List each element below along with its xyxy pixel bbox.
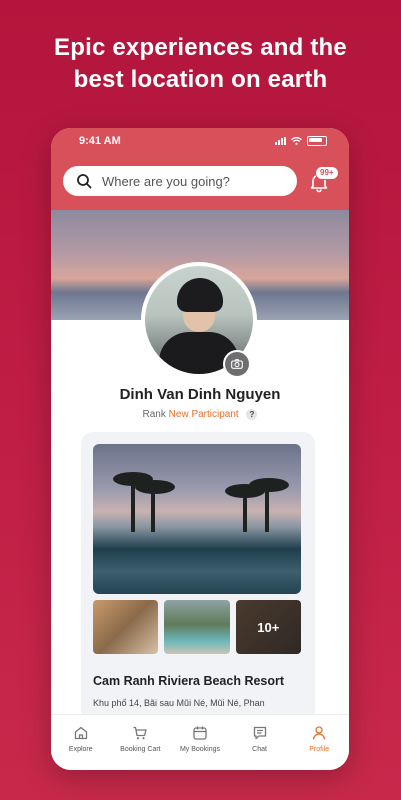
app-header: 9:41 AM 99+ [51,128,349,210]
listing-main-photo[interactable] [93,444,301,594]
tab-label: Profile [309,746,330,753]
search-icon [77,174,92,189]
tab-label: Booking Cart [120,746,161,753]
rank-help-icon[interactable]: ? [246,409,258,420]
profile-name: Dinh Van Dinh Nguyen [119,386,281,403]
listing-address: Khu phố 14, Bãi sau Mũi Né, Mũi Né, Phan [93,698,265,708]
rank-value: New Participant [168,409,239,420]
notification-badge: 99+ [315,166,339,180]
tab-chat[interactable]: Chat [230,715,290,770]
camera-icon [231,359,243,369]
tab-booking-cart[interactable]: Booking Cart [111,715,171,770]
phone-screen: 9:41 AM 99+ Dinh Van Dinh Nguyen Rank Ne… [51,128,349,770]
search-bar[interactable] [63,166,297,196]
listing-title[interactable]: Cam Ranh Riviera Beach Resort [93,674,307,688]
calendar-icon [193,726,207,740]
bottom-tab-bar: Explore Booking Cart My Bookings Chat Pr… [51,714,349,770]
tab-label: Chat [252,746,267,753]
rank-label: Rank [142,409,166,420]
listing-card[interactable]: 10+ Cam Ranh Riviera Beach Resort Khu ph… [81,432,315,722]
home-icon [74,726,87,740]
profile-rank: Rank New Participant ? [51,409,349,420]
signal-icon [275,137,286,145]
listing-thumbnails: 10+ [93,600,301,654]
tab-profile[interactable]: Profile [289,715,349,770]
promo-headline: Epic experiences and the best location o… [54,34,347,93]
tab-label: My Bookings [179,746,221,753]
listing-thumbnail[interactable] [164,600,230,654]
chat-icon [253,726,266,740]
change-avatar-button[interactable] [223,350,251,378]
cart-icon [133,726,148,740]
status-time: 9:41 AM [79,135,121,147]
listing-thumbnail-more[interactable]: 10+ [235,600,301,654]
tab-label: Explore [68,746,93,753]
status-icons [275,136,327,146]
person-icon [313,726,326,740]
search-input[interactable] [100,172,294,190]
tab-explore[interactable]: Explore [51,715,111,770]
more-photos-count: 10+ [257,619,280,635]
battery-icon [307,136,327,146]
listing-thumbnail[interactable] [93,600,159,654]
wifi-icon [291,137,302,145]
tab-my-bookings[interactable]: My Bookings [170,715,230,770]
